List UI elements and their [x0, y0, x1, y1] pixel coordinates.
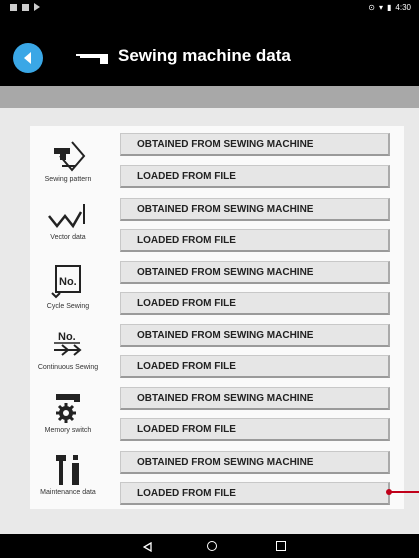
row-label: Sewing pattern: [44, 176, 92, 183]
row-label: Maintenance data: [40, 489, 96, 496]
sewing-pattern-obtained-button[interactable]: OBTAINED FROM SEWING MACHINE: [120, 133, 390, 156]
memory-switch-loaded-button[interactable]: LOADED FROM FILE: [120, 418, 390, 441]
memory-switch-obtained-button[interactable]: OBTAINED FROM SEWING MACHINE: [120, 387, 390, 410]
page-title: Sewing machine data: [118, 46, 291, 65]
sewing-pattern-item: Sewing pattern: [32, 138, 104, 183]
notification-icon: [10, 3, 17, 11]
sim-icon: [22, 3, 29, 11]
row-label: Cycle Sewing: [46, 303, 90, 310]
navigation-bar: [0, 534, 419, 558]
sewing-pattern-icon: [54, 141, 86, 172]
vector-data-icon: [48, 204, 85, 229]
status-bar: ⊙ ▾ ▮ 4:30: [0, 0, 419, 16]
nav-home-icon[interactable]: [207, 541, 217, 551]
row-label: Vector data: [50, 234, 86, 241]
maintenance-data-icon: [56, 455, 79, 485]
vector-data-obtained-button[interactable]: OBTAINED FROM SEWING MACHINE: [120, 198, 390, 221]
memory-switch-icon: [56, 394, 80, 423]
arrow-left-icon: [24, 52, 31, 64]
svg-text:No.: No.: [58, 331, 76, 343]
toolbar-strip: [0, 86, 419, 108]
back-button[interactable]: [13, 43, 43, 73]
system-icons: ⊙ ▾ ▮ 4:30: [368, 3, 411, 12]
maintenance-data-loaded-button[interactable]: LOADED FROM FILE: [120, 482, 390, 505]
row-label: Continuous Sewing: [37, 364, 99, 371]
notification-icons: [10, 3, 40, 11]
sewing-pattern-loaded-button[interactable]: LOADED FROM FILE: [120, 165, 390, 188]
maintenance-data-obtained-button[interactable]: OBTAINED FROM SEWING MACHINE: [120, 451, 390, 474]
nav-recents-icon[interactable]: [276, 541, 286, 551]
cycle-sewing-loaded-button[interactable]: LOADED FROM FILE: [120, 292, 390, 315]
row-label: Memory switch: [44, 427, 92, 434]
vector-data-loaded-button[interactable]: LOADED FROM FILE: [120, 229, 390, 252]
location-icon: ⊙: [368, 3, 375, 12]
cycle-sewing-obtained-button[interactable]: OBTAINED FROM SEWING MACHINE: [120, 261, 390, 284]
sewing-machine-icon: [76, 54, 108, 64]
battery-icon: ▮: [387, 3, 392, 12]
memory-switch-item: Memory switch: [32, 391, 104, 434]
callout-line: [390, 491, 419, 493]
clock: 4:30: [395, 3, 411, 12]
cycle-sewing-icon: No.: [51, 265, 81, 299]
wifi-icon: ▾: [379, 3, 384, 12]
vector-data-item: Vector data: [32, 202, 104, 241]
maintenance-data-item: Maintenance data: [32, 453, 104, 496]
continuous-sewing-item: No. Continuous Sewing: [32, 328, 104, 371]
cycle-sewing-item: No. Cycle Sewing: [32, 263, 104, 310]
play-icon: [34, 3, 40, 11]
continuous-sewing-icon: No.: [54, 331, 82, 356]
continuous-sewing-loaded-button[interactable]: LOADED FROM FILE: [120, 355, 390, 378]
nav-back-icon[interactable]: [143, 542, 152, 552]
continuous-sewing-obtained-button[interactable]: OBTAINED FROM SEWING MACHINE: [120, 324, 390, 347]
svg-text:No.: No.: [59, 276, 77, 288]
